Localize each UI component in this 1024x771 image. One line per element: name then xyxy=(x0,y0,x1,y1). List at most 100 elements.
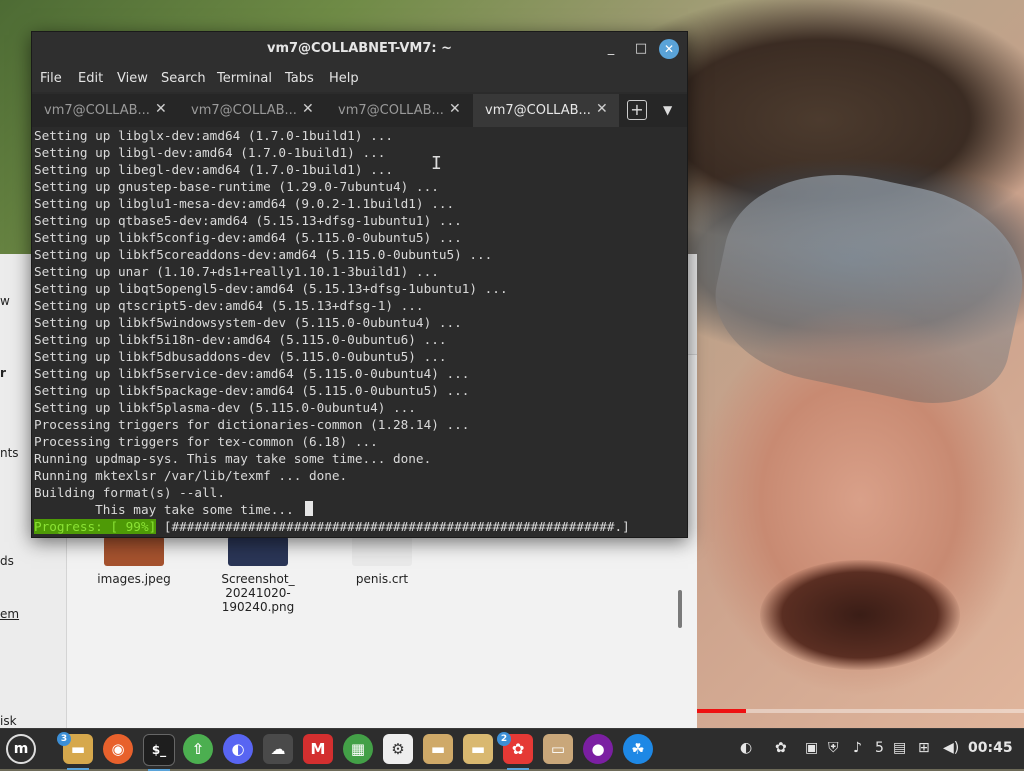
tab-close-icon[interactable]: ✕ xyxy=(449,101,461,117)
sidebar-label[interactable]: isk xyxy=(0,714,17,728)
update-manager-icon[interactable]: ⇧ xyxy=(183,734,213,764)
tab-label: vm7@COLLAB... xyxy=(191,103,297,118)
text-cursor xyxy=(305,501,314,516)
terminal-line: Running mktexlsr /var/lib/texmf ... done… xyxy=(34,468,348,483)
minimize-button[interactable]: _ xyxy=(602,40,620,58)
discord-icon[interactable]: ◐ xyxy=(223,734,253,764)
scrollbar[interactable] xyxy=(678,590,682,628)
grid-app-icon[interactable]: ▦ xyxy=(343,734,373,764)
folder-icon[interactable]: ▬ xyxy=(423,734,453,764)
menu-file[interactable]: File xyxy=(40,71,62,86)
sidebar-label[interactable]: em xyxy=(0,607,19,621)
tab-close-icon[interactable]: ✕ xyxy=(596,101,608,117)
cloud-icon[interactable]: ☁ xyxy=(263,734,293,764)
shield-icon[interactable]: ⛨ xyxy=(828,740,839,756)
bee-app-badge: 2 xyxy=(497,732,511,746)
archive-icon[interactable]: ▭ xyxy=(543,734,573,764)
terminal-line: Setting up libkf5plasma-dev (5.115.0-0ub… xyxy=(34,400,416,415)
terminal-line: Setting up gnustep-base-runtime (1.29.0-… xyxy=(34,179,439,194)
terminal-line: Setting up libkf5config-dev:amd64 (5.115… xyxy=(34,230,462,245)
bell-icon[interactable]: ♪ xyxy=(853,740,862,756)
new-tab-icon[interactable]: + xyxy=(627,100,647,120)
menu-edit[interactable]: Edit xyxy=(78,71,103,86)
file-name: penis.crt xyxy=(355,572,409,586)
menu-tabs[interactable]: Tabs xyxy=(285,71,314,86)
terminal-line: Setting up libkf5dbusaddons-dev (5.115.0… xyxy=(34,349,447,364)
sidebar-label[interactable]: w xyxy=(0,294,10,308)
progress-bar-text: [#######################################… xyxy=(163,519,630,534)
terminal-line: Setting up libglu1-mesa-dev:amd64 (9.0.2… xyxy=(34,196,455,211)
web-app-icon[interactable]: ☘ xyxy=(623,734,653,764)
gear-icon[interactable]: ⚙ xyxy=(383,734,413,764)
folder-icon[interactable]: ▬ xyxy=(463,734,493,764)
chevron-down-icon[interactable]: ▼ xyxy=(663,103,672,117)
terminal-output[interactable]: Setting up libglx-dev:amd64 (1.7.0-1buil… xyxy=(32,127,682,628)
background-mouth xyxy=(760,560,960,670)
file-item[interactable]: penis.crt xyxy=(332,536,432,586)
terminal-icon[interactable]: $_ xyxy=(143,734,175,771)
terminal-line: Setting up libkf5i18n-dev:amd64 (5.115.0… xyxy=(34,332,447,347)
volume-icon[interactable]: ◀) xyxy=(943,740,959,756)
file-thumbnail xyxy=(352,536,412,566)
file-name: Screenshot_ 20241020- 190240.png xyxy=(221,572,295,614)
terminal-window: vm7@COLLABNET-VM7: ~ _ □ ✕ File Edit Vie… xyxy=(31,31,688,628)
close-button[interactable]: ✕ xyxy=(659,39,679,59)
menu-terminal[interactable]: Terminal xyxy=(217,71,272,86)
terminal-line: Setting up qtbase5-dev:amd64 (5.15.13+df… xyxy=(34,213,462,228)
tab-2[interactable]: vm7@COLLAB... ✕ xyxy=(179,94,325,127)
menu-bar: File Edit View Search Terminal Tabs Help xyxy=(32,66,687,92)
tab-bar: vm7@COLLAB... ✕ vm7@COLLAB... ✕ vm7@COLL… xyxy=(32,94,687,127)
maximize-button[interactable]: □ xyxy=(632,40,650,58)
menu-search[interactable]: Search xyxy=(161,71,206,86)
firefox-icon[interactable]: ◉ xyxy=(103,734,133,764)
terminal-line: Setting up libglx-dev:amd64 (1.7.0-1buil… xyxy=(34,128,394,143)
terminal-line: Setting up libkf5coreaddons-dev:amd64 (5… xyxy=(34,247,493,262)
terminal-line: Setting up libkf5service-dev:amd64 (5.11… xyxy=(34,366,470,381)
terminal-line: Setting up libqt5opengl5-dev:amd64 (5.15… xyxy=(34,281,508,296)
terminal-line: Setting up libegl-dev:amd64 (1.7.0-1buil… xyxy=(34,162,394,177)
terminal-line: Processing triggers for tex-common (6.18… xyxy=(34,434,378,449)
terminal-line: Setting up libkf5package-dev:amd64 (5.11… xyxy=(34,383,470,398)
network-icon[interactable]: ⊞ xyxy=(918,740,930,756)
clipboard-icon[interactable]: ▣ xyxy=(805,740,818,756)
bee-app-icon[interactable]: ✿ 2 xyxy=(497,732,533,770)
files-glyph: ▬ xyxy=(70,740,86,758)
tab-3[interactable]: vm7@COLLAB... ✕ xyxy=(326,94,472,127)
sidebar-label[interactable]: ds xyxy=(0,554,14,568)
active-indicator xyxy=(67,768,89,770)
video-progress-fill xyxy=(697,709,747,713)
progress-line: Progress: [ 99%] [######################… xyxy=(34,518,630,535)
tab-close-icon[interactable]: ✕ xyxy=(302,101,314,117)
terminal-line: Setting up unar (1.10.7+ds1+really1.10.1… xyxy=(34,264,439,279)
text-select-cursor-icon: I xyxy=(431,153,442,174)
document-icon[interactable]: ▤ xyxy=(893,740,906,756)
taskbar: m ▬ 3 ◉ $_ ⇧ ◐ ☁ M ▦ ⚙ ▬ ▬ ✿ 2 ▭ ● ☘ ◐ ✿… xyxy=(0,728,1024,771)
terminal-line: Setting up libkf5windowsystem-dev (5.115… xyxy=(34,315,462,330)
notification-count[interactable]: 5 xyxy=(875,740,884,756)
files-icon[interactable]: ▬ 3 xyxy=(57,732,93,770)
sidebar-label[interactable]: nts xyxy=(0,446,19,460)
sidebar-label[interactable]: r xyxy=(0,366,6,380)
video-progress-bar[interactable] xyxy=(697,709,1024,713)
file-thumbnail xyxy=(104,536,164,566)
file-name: images.jpeg xyxy=(97,572,171,586)
discord-tray-icon[interactable]: ◐ xyxy=(740,740,752,756)
menu-help[interactable]: Help xyxy=(329,71,359,86)
clock[interactable]: 00:45 xyxy=(968,740,1013,756)
tab-close-icon[interactable]: ✕ xyxy=(155,101,167,117)
purple-app-icon[interactable]: ● xyxy=(583,734,613,764)
tab-1[interactable]: vm7@COLLAB... ✕ xyxy=(32,94,178,127)
tab-4[interactable]: vm7@COLLAB... ✕ xyxy=(473,94,619,127)
start-menu-icon[interactable]: m xyxy=(6,734,36,764)
terminal-line: Setting up libgl-dev:amd64 (1.7.0-1build… xyxy=(34,145,386,160)
file-item[interactable]: Screenshot_ 20241020- 190240.png xyxy=(208,536,308,614)
game-icon[interactable]: M xyxy=(303,734,333,764)
terminal-line: Processing triggers for dictionaries-com… xyxy=(34,417,470,432)
terminal-line: Setting up qtscript5-dev:amd64 (5.15.13+… xyxy=(34,298,424,313)
file-item[interactable]: images.jpeg xyxy=(84,536,184,586)
files-badge: 3 xyxy=(57,732,71,746)
tab-label: vm7@COLLAB... xyxy=(44,103,150,118)
menu-view[interactable]: View xyxy=(117,71,148,86)
title-bar[interactable]: vm7@COLLABNET-VM7: ~ _ □ ✕ xyxy=(32,32,687,66)
bee-tray-icon[interactable]: ✿ xyxy=(775,740,787,756)
